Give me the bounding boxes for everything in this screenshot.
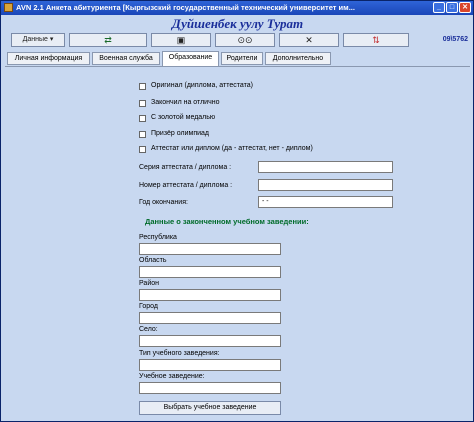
original-label: Оригинал (диплома, аттестата) bbox=[151, 82, 253, 89]
tab-personal-info[interactable]: Личная информация bbox=[7, 52, 90, 65]
original-checkbox[interactable] bbox=[139, 83, 146, 90]
gold-medal-label: С золотой медалью bbox=[151, 114, 216, 121]
close-button[interactable]: ✕ bbox=[459, 2, 471, 13]
binoculars-icon: ⊙⊙ bbox=[237, 35, 253, 45]
maximize-button[interactable]: □ bbox=[446, 2, 458, 13]
application-window: AVN 2.1 Анкета абитуриента [Кыргызский г… bbox=[0, 0, 474, 422]
institution-section-title: Данные о законченном учебном заведении: bbox=[145, 217, 309, 226]
delete-button[interactable]: ✕ bbox=[279, 33, 339, 47]
city-field[interactable] bbox=[139, 312, 281, 324]
graduation-year-field[interactable]: - - bbox=[258, 196, 393, 208]
save-button[interactable]: ▣ bbox=[151, 33, 211, 47]
minimize-button[interactable]: _ bbox=[433, 2, 445, 13]
series-label: Серия аттестата / диплома : bbox=[139, 164, 232, 171]
tab-additional[interactable]: Дополнительно bbox=[265, 52, 331, 65]
transfer-button[interactable]: ⇄ bbox=[69, 33, 147, 47]
save-icon: ▣ bbox=[176, 35, 186, 45]
delete-icon: ✕ bbox=[305, 35, 313, 45]
title-bar[interactable]: AVN 2.1 Анкета абитуриента [Кыргызский г… bbox=[1, 1, 473, 15]
republic-label: Республика bbox=[139, 234, 177, 241]
tab-military-service[interactable]: Военная служба bbox=[92, 52, 160, 65]
village-label: Село: bbox=[139, 326, 158, 333]
toolbar: Данные ▾ ⇄ ▣ ⊙⊙ ✕ ⇅ 09\5762 bbox=[5, 33, 470, 48]
window-title: AVN 2.1 Анкета абитуриента [Кыргызский г… bbox=[16, 3, 355, 12]
graduation-year-label: Год окончания: bbox=[139, 199, 188, 206]
applicant-name: Дуйшенбек уулу Турат bbox=[5, 16, 470, 32]
tab-education[interactable]: Образование bbox=[162, 51, 219, 66]
district-field[interactable] bbox=[139, 289, 281, 301]
swap-button[interactable]: ⇅ bbox=[343, 33, 409, 47]
olympiad-label: Призёр олимпиад bbox=[151, 130, 209, 137]
data-menu-button[interactable]: Данные ▾ bbox=[11, 33, 65, 47]
number-label: Номер аттестата / диплома : bbox=[139, 182, 233, 189]
institution-label: Учебное заведение: bbox=[139, 373, 205, 380]
village-field[interactable] bbox=[139, 335, 281, 347]
institution-type-field[interactable] bbox=[139, 359, 281, 371]
app-icon bbox=[4, 3, 13, 12]
certificate-type-label: Аттестат или диплом (да - аттестат, нет … bbox=[151, 145, 313, 152]
gold-medal-checkbox[interactable] bbox=[139, 115, 146, 122]
swap-icon: ⇅ bbox=[372, 35, 380, 45]
city-label: Город bbox=[139, 303, 158, 310]
olympiad-checkbox[interactable] bbox=[139, 131, 146, 138]
district-label: Район bbox=[139, 280, 159, 287]
region-label: Область bbox=[139, 257, 167, 264]
region-field[interactable] bbox=[139, 266, 281, 278]
number-field[interactable] bbox=[258, 179, 393, 191]
republic-field[interactable] bbox=[139, 243, 281, 255]
education-panel: Оригинал (диплома, аттестата) Закончил н… bbox=[5, 66, 470, 419]
record-code: 09\5762 bbox=[442, 36, 468, 43]
tab-parents[interactable]: Родители bbox=[221, 52, 263, 65]
series-field[interactable] bbox=[258, 161, 393, 173]
institution-type-label: Тип учебного заведения: bbox=[139, 350, 220, 357]
certificate-type-checkbox[interactable] bbox=[139, 146, 146, 153]
honors-label: Закончил на отлично bbox=[151, 99, 220, 106]
choose-institution-button[interactable]: Выбрать учебное заведение bbox=[139, 401, 281, 415]
institution-field[interactable] bbox=[139, 382, 281, 394]
tab-bar: Личная информация Военная служба Образов… bbox=[5, 51, 470, 66]
find-button[interactable]: ⊙⊙ bbox=[215, 33, 275, 47]
transfer-icon: ⇄ bbox=[104, 35, 112, 45]
honors-checkbox[interactable] bbox=[139, 100, 146, 107]
